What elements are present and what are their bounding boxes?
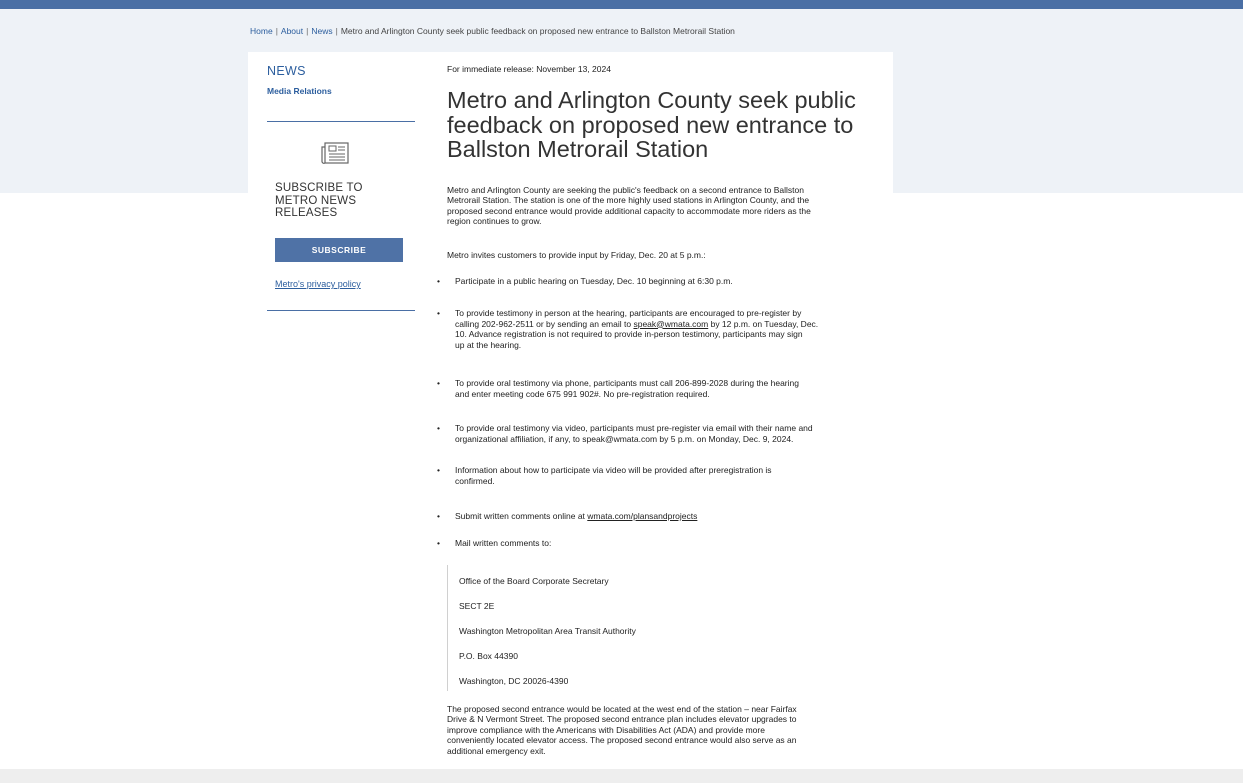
subscribe-line: METRO NEWS [275,194,357,207]
headline-line: Ballston Metrorail Station [447,136,709,162]
closing-line: improve compliance with the Americans wi… [447,724,765,735]
bullet-line: Mail written comments to: [455,538,552,548]
breadcrumb: Home | About | News | Metro and Arlington Coun… [250,26,735,36]
bullet-dot: • [437,378,440,388]
bullet-line: confirmed. [455,475,495,486]
bullet-line: To provide oral testimony via phone, par… [455,378,799,388]
bullet-line: organizational affiliation, if any, to s… [455,433,794,444]
newspaper-icon [321,142,349,164]
bullet-text: calling 202-962-2511 or by sending an em… [455,318,634,329]
breadcrumb-home[interactable]: Home [250,26,273,36]
invite-text: Metro invites customers to provide input… [447,250,706,260]
bullet-line: 10. Advance registration is not required… [455,329,803,339]
sidebar-item-media-relations[interactable]: Media Relations [267,86,417,96]
bullet-dot: • [437,276,440,286]
sidebar-divider [267,121,415,122]
email-link[interactable]: speak@wmata.com [633,319,708,329]
bullet-dot: • [437,511,440,521]
plans-projects-link[interactable]: wmata.com/plansandprojects [587,511,697,521]
lead-line: region continues to grow. [447,216,542,227]
top-accent-bar [0,0,1243,9]
closing-paragraph: The proposed second entrance would be lo… [447,704,887,756]
bullet-line: Participate in a public hearing on Tuesd… [455,276,733,286]
bullet-dot: • [437,538,440,548]
breadcrumb-about[interactable]: About [281,26,303,36]
sidebar: NEWS Media Relations [267,64,417,96]
subscribe-heading: SUBSCRIBE TO METRO NEWS RELEASES [275,182,363,220]
sidebar-divider [267,310,415,311]
closing-line: additional emergency exit. [447,745,546,756]
breadcrumb-separator: | [306,26,309,36]
bottom-band [0,769,1243,783]
lead-paragraph: Metro and Arlington County are seeking t… [447,185,887,227]
release-date: For immediate release: November 13, 2024 [447,64,611,74]
address-line: Washington Metropolitan Area Transit Aut… [459,626,636,636]
page-title: Metro and Arlington County seek public f… [447,88,897,162]
bullet-line: To provide testimony in person at the he… [455,308,802,318]
bullet-line: To provide oral testimony via video, par… [455,423,813,433]
headline-line: feedback on proposed new entrance to [447,111,854,138]
privacy-policy-link[interactable]: Metro's privacy policy [275,279,361,289]
breadcrumb-separator: | [335,26,338,36]
address-line: Washington, DC 20026-4390 [459,676,569,686]
bullet-dot: • [437,308,440,318]
bullet-line: and enter meeting code 675 991 902#. No … [455,388,710,399]
subscribe-button[interactable]: SUBSCRIBE [275,238,403,262]
bullet-line: calling 202-962-2511 or by sending an em… [455,319,887,330]
breadcrumb-separator: | [275,26,278,36]
bullet-line: up at the hearing. [455,339,522,350]
address-line: P.O. Box 44390 [459,651,518,661]
bullet-dot: • [437,423,440,433]
lead-line: Metro and Arlington County are seeking t… [447,185,804,195]
bullet-line: Information about how to participate via… [455,465,772,475]
closing-line: Drive & N Vermont Street. The proposed s… [447,714,797,725]
breadcrumb-current: Metro and Arlington County seek public f… [340,26,735,36]
mailing-address: Office of the Board Corporate Secretary … [447,565,748,691]
breadcrumb-news[interactable]: News [311,26,332,36]
lead-line: Metrorail Station. The station is one of… [447,195,810,206]
lead-line: proposed second entrance would provide a… [447,205,811,216]
bullet-text: by 12 p.m. on Tuesday, Dec. [708,318,819,329]
bullet-dot: • [437,465,440,475]
bullet-text: Submit written comments online at [455,511,588,521]
address-line: Office of the Board Corporate Secretary [459,576,609,586]
closing-line: The proposed second entrance would be lo… [447,704,797,714]
address-line: SECT 2E [459,601,495,611]
subscribe-line: SUBSCRIBE TO [275,182,363,194]
release-date-block: For immediate release: November 13, 2024 [447,64,887,75]
headline-line: Metro and Arlington County seek public [447,87,856,113]
sidebar-title[interactable]: NEWS [267,64,417,78]
subscribe-line: RELEASES [275,207,338,219]
closing-line: conveniently located elevator access. Th… [447,735,797,746]
